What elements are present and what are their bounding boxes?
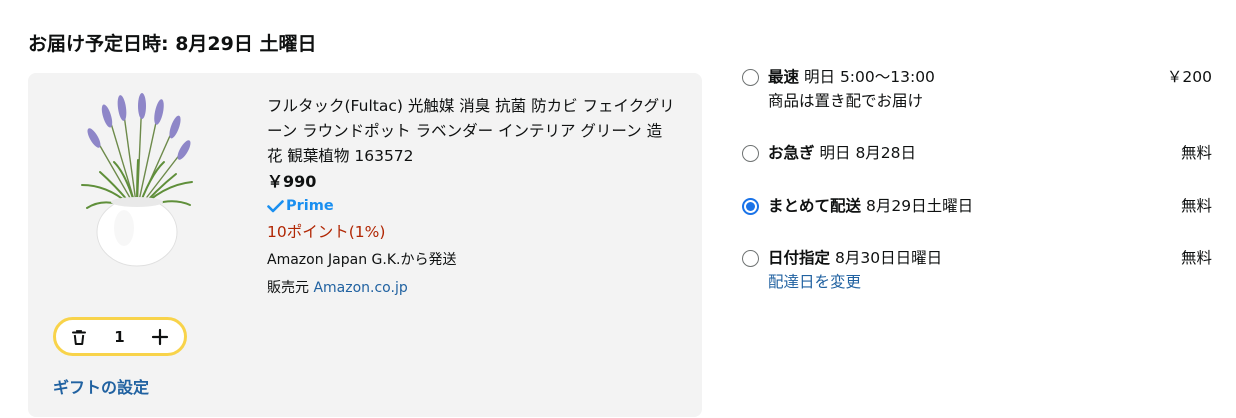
option-date: 8月30日日曜日	[835, 249, 943, 267]
radio-date-specified[interactable]	[742, 249, 759, 267]
radio-consolidated[interactable]	[742, 197, 759, 215]
seller-prefix: 販売元	[267, 280, 314, 296]
plus-icon[interactable]	[149, 326, 171, 348]
product-title[interactable]: フルタック(Fultac) 光触媒 消臭 抗菌 防カビ フェイクグリーン ラウン…	[267, 94, 677, 169]
radio-fastest[interactable]	[742, 68, 759, 86]
gift-settings-link[interactable]: ギフトの設定	[53, 374, 149, 398]
option-price: 無料	[1180, 144, 1212, 162]
option-note: 商品は置き配でお届け	[768, 92, 924, 110]
product-price: ￥990	[267, 172, 317, 191]
option-price: 無料	[1180, 249, 1212, 267]
option-name: 最速	[768, 68, 800, 86]
trash-icon[interactable]	[68, 326, 90, 348]
option-date: 明日 8月28日	[819, 144, 917, 162]
prime-badge: Prime	[267, 194, 677, 218]
points-text: 10ポイント(1%)	[267, 223, 386, 241]
product-info: フルタック(Fultac) 光触媒 消臭 抗菌 防カビ フェイクグリーン ラウン…	[267, 94, 677, 302]
option-name: 日付指定	[768, 249, 831, 267]
shipping-option-consolidated[interactable]: まとめて配送 8月29日土曜日 無料	[742, 195, 1212, 217]
prime-label: Prime	[286, 198, 334, 214]
option-date: 明日 5:00〜13:00	[804, 68, 935, 86]
radio-express[interactable]	[742, 144, 759, 162]
seller-link[interactable]: Amazon.co.jp	[313, 280, 407, 296]
seller-line: 販売元 Amazon.co.jp	[267, 274, 677, 302]
quantity-stepper: 1	[53, 317, 187, 356]
delivery-date-heading: お届け予定日時: 8月29日 土曜日	[28, 33, 317, 55]
checkmark-icon	[267, 199, 284, 212]
option-date: 8月29日土曜日	[866, 197, 974, 215]
product-image[interactable]	[52, 90, 222, 270]
option-price: ￥200	[1166, 68, 1212, 86]
shipping-option-fastest[interactable]: 最速 明日 5:00〜13:00 ￥200 商品は置き配でお届け	[742, 66, 1212, 114]
option-price: 無料	[1180, 197, 1212, 215]
option-name: まとめて配送	[768, 197, 862, 215]
shipping-option-date-specified[interactable]: 日付指定 8月30日日曜日 無料 配達日を変更	[742, 247, 1212, 295]
ships-from-text: Amazon Japan G.K.から発送	[267, 252, 457, 268]
quantity-value: 1	[114, 327, 125, 346]
shipping-option-express[interactable]: お急ぎ 明日 8月28日 無料	[742, 142, 1212, 164]
change-delivery-date-link[interactable]: 配達日を変更	[768, 269, 1212, 295]
option-name: お急ぎ	[768, 144, 815, 162]
